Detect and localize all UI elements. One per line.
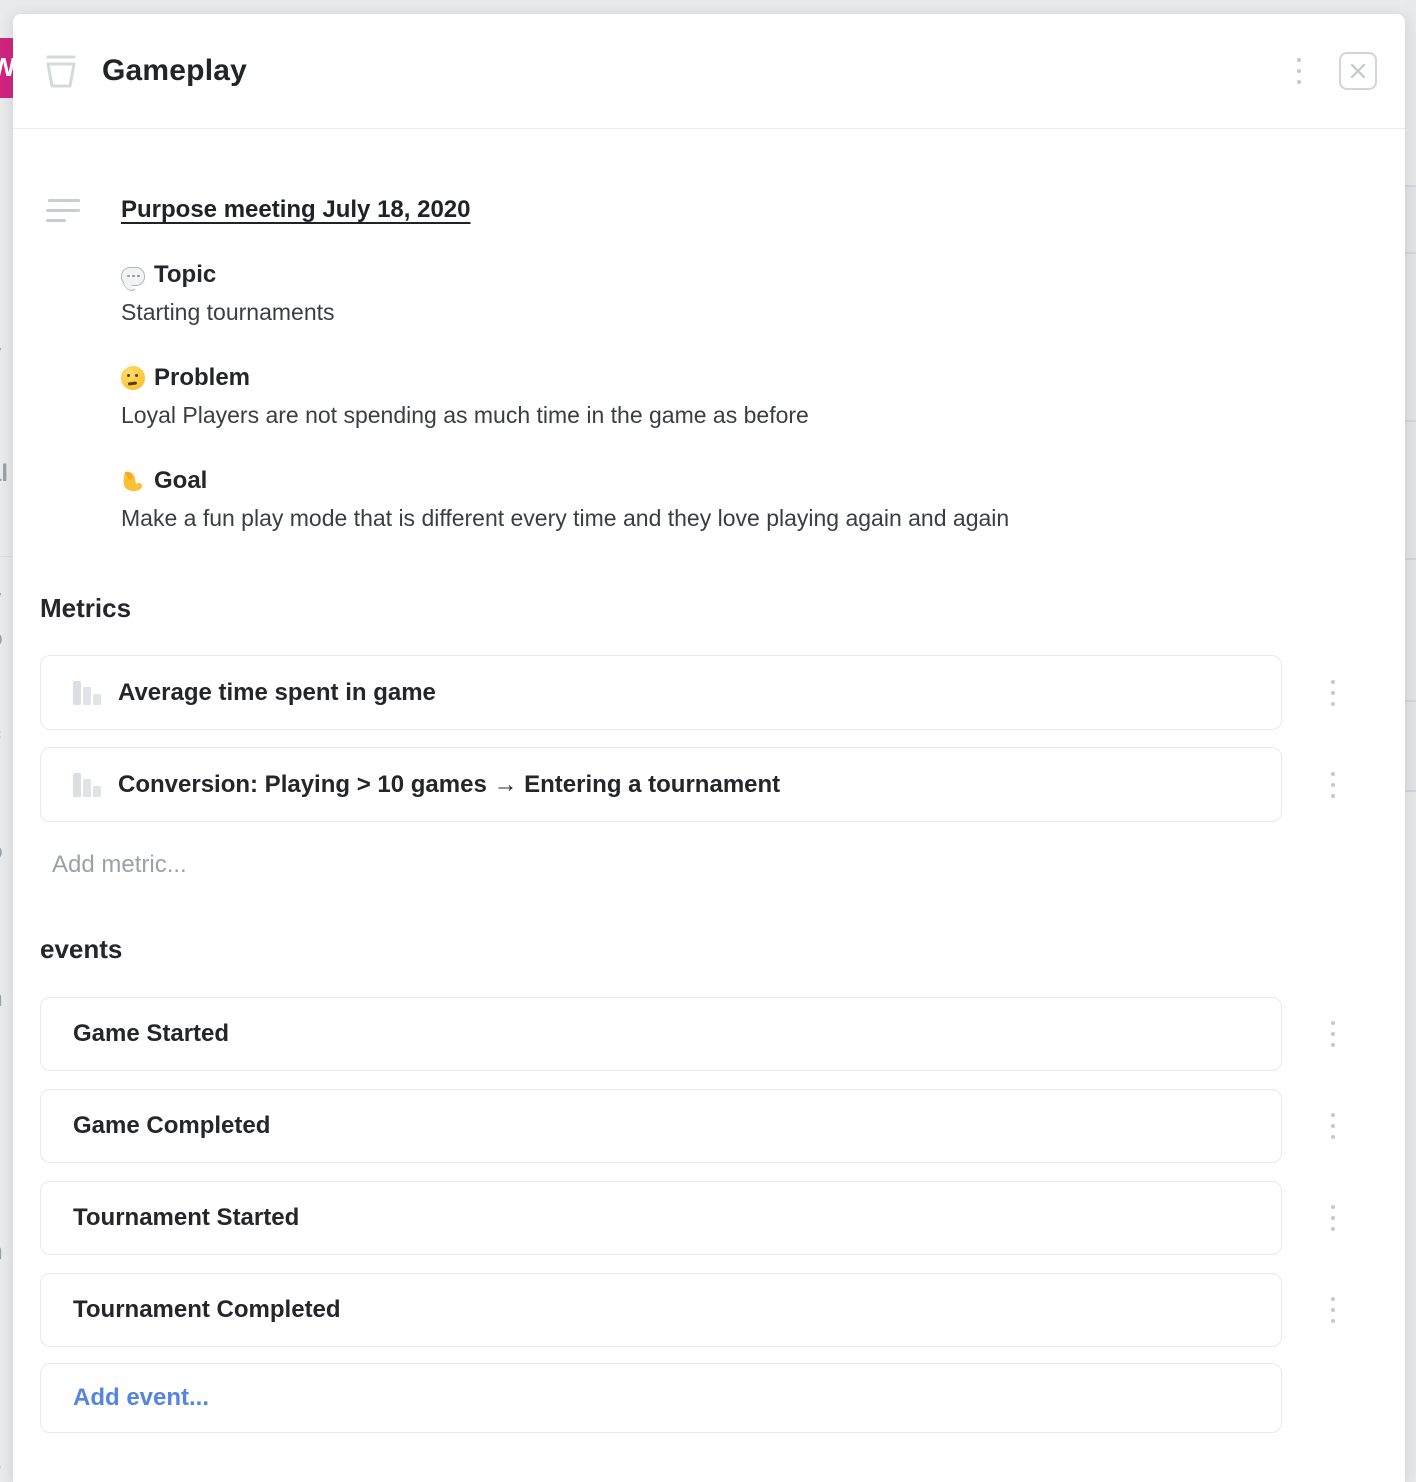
- metric-label: Conversion: Playing > 10 games → Enterin…: [118, 771, 780, 799]
- description-section-goal: Goal Make a fun play mode that is differ…: [121, 466, 1405, 533]
- event-card-game-started[interactable]: Game Started: [40, 997, 1282, 1071]
- event-card-game-completed[interactable]: Game Completed: [40, 1089, 1282, 1163]
- metric-row: Conversion: Playing > 10 games → Enterin…: [40, 747, 1405, 822]
- goal-text: Make a fun play mode that is different e…: [121, 503, 1405, 533]
- metric-row: Average time spent in game: [40, 655, 1405, 730]
- event-kebab-menu[interactable]: [1325, 1107, 1341, 1145]
- backdrop-text-fragment: o: [0, 625, 13, 651]
- backdrop-row-line: [1405, 252, 1416, 254]
- event-card-tournament-completed[interactable]: Tournament Completed: [40, 1273, 1282, 1347]
- backdrop-text-fragment: h: [0, 1238, 13, 1264]
- description-section-topic: Topic Starting tournaments: [121, 260, 1405, 327]
- modal-header: Gameplay: [13, 14, 1405, 129]
- event-kebab-menu[interactable]: [1325, 1199, 1341, 1237]
- bar-chart-icon: [73, 772, 101, 797]
- event-row: Game Completed: [40, 1089, 1405, 1163]
- backdrop-divider: [0, 556, 13, 557]
- page-backdrop-right: [1405, 0, 1416, 1482]
- backdrop-row-line: [1405, 420, 1416, 422]
- event-label: Tournament Started: [73, 1204, 299, 1232]
- backdrop-row-line: [1405, 558, 1416, 560]
- event-label: Game Started: [73, 1020, 229, 1048]
- add-event-button[interactable]: Add event...: [40, 1363, 1282, 1433]
- modal-content: Purpose meeting July 18, 2020 Topic Star…: [13, 196, 1405, 1433]
- gameplay-modal: Gameplay Purpose meeting July 18, 2020 T…: [13, 14, 1405, 1482]
- modal-title: Gameplay: [102, 54, 247, 88]
- event-row: Tournament Started: [40, 1181, 1405, 1255]
- backdrop-text-fragment: al: [0, 460, 13, 486]
- topic-label: Topic: [154, 260, 216, 290]
- backdrop-row-line: [1405, 790, 1416, 792]
- events-heading: events: [40, 934, 1405, 965]
- event-label: Tournament Completed: [73, 1296, 341, 1324]
- backdrop-text-fragment: n: [0, 985, 13, 1011]
- backdrop-text-fragment: s: [0, 1450, 13, 1476]
- event-card-tournament-started[interactable]: Tournament Started: [40, 1181, 1282, 1255]
- basket-icon: [44, 53, 78, 89]
- metric-kebab-menu[interactable]: [1325, 674, 1341, 712]
- goal-label: Goal: [154, 466, 207, 496]
- event-row: Tournament Completed: [40, 1273, 1405, 1347]
- close-icon: [1348, 61, 1368, 81]
- topic-text: Starting tournaments: [121, 297, 1405, 327]
- backdrop-row-line: [1405, 700, 1416, 702]
- description-icon: [46, 199, 80, 223]
- event-kebab-menu[interactable]: [1325, 1015, 1341, 1053]
- flexed-biceps-emoji: [121, 469, 145, 493]
- event-kebab-menu[interactable]: [1325, 1291, 1341, 1329]
- problem-text: Loyal Players are not spending as much t…: [121, 400, 1405, 430]
- backdrop-row-line: [1405, 185, 1416, 187]
- description-heading: Purpose meeting July 18, 2020: [121, 196, 1405, 224]
- event-row: Game Started: [40, 997, 1405, 1071]
- metrics-heading: Metrics: [40, 593, 1405, 624]
- backdrop-text-fragment: c: [0, 720, 13, 746]
- description-section-problem: Problem Loyal Players are not spending a…: [121, 363, 1405, 430]
- header-kebab-menu[interactable]: [1291, 52, 1307, 90]
- description-editor[interactable]: Purpose meeting July 18, 2020 Topic Star…: [40, 196, 1405, 533]
- add-metric-input[interactable]: Add metric...: [52, 851, 1405, 879]
- metric-kebab-menu[interactable]: [1325, 766, 1341, 804]
- problem-label: Problem: [154, 363, 250, 393]
- add-event-label: Add event...: [73, 1384, 209, 1412]
- backdrop-pink-button: W: [0, 38, 13, 98]
- bar-chart-icon: [73, 680, 101, 705]
- page: W y al v o c o n h s Gameplay: [0, 0, 1416, 1482]
- thinking-face-emoji: [121, 366, 145, 390]
- backdrop-text-fragment: o: [0, 838, 13, 864]
- metric-card-avg-time[interactable]: Average time spent in game: [40, 655, 1282, 730]
- event-label: Game Completed: [73, 1112, 270, 1140]
- backdrop-text-fragment: y: [0, 340, 13, 366]
- close-button[interactable]: [1339, 52, 1377, 90]
- page-backdrop-left: W y al v o c o n h s: [0, 0, 13, 1482]
- backdrop-text-fragment: v: [0, 585, 13, 611]
- speech-balloon-emoji: [121, 267, 145, 286]
- metric-card-conversion[interactable]: Conversion: Playing > 10 games → Enterin…: [40, 747, 1282, 822]
- metric-label: Average time spent in game: [118, 679, 436, 707]
